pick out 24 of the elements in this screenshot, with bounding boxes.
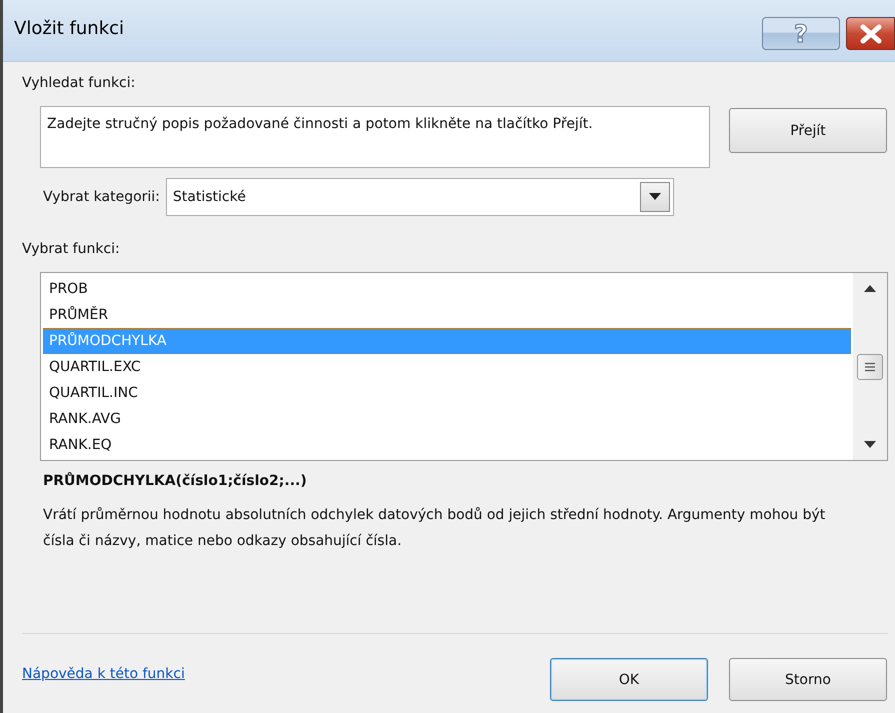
function-signature: PRŮMODCHYLKA(číslo1;číslo2;...) — [43, 471, 307, 491]
scrollbar[interactable] — [853, 273, 887, 460]
function-item[interactable]: PROB — [43, 276, 851, 302]
category-dropdown[interactable]: Statistické — [166, 178, 674, 216]
function-item[interactable]: PRŮMĚR — [43, 302, 851, 328]
ok-button[interactable]: OK — [550, 658, 708, 701]
scroll-thumb[interactable] — [857, 354, 883, 380]
function-list-label: Vybrat funkci: — [22, 240, 120, 259]
go-button[interactable]: Přejít — [729, 108, 887, 153]
search-label: Vyhledat funkci: — [22, 74, 136, 93]
function-item[interactable]: RANK.EQ — [43, 432, 851, 458]
function-item[interactable]: QUARTIL.EXC — [43, 354, 851, 380]
cancel-button[interactable]: Storno — [729, 658, 887, 701]
scroll-up-icon[interactable] — [864, 285, 876, 292]
search-field[interactable]: Zadejte stručný popis požadované činnosti a potom klikněte na tlačítko Přejít. — [40, 106, 710, 168]
close-icon[interactable] — [858, 24, 884, 44]
category-label: Vybrat kategorii: — [43, 188, 160, 207]
close-button[interactable] — [846, 17, 895, 50]
window-title: Vložit funkci — [14, 18, 124, 39]
function-item[interactable]: QUARTIL.INC — [43, 380, 851, 406]
help-link[interactable]: Nápověda k této funkci — [22, 666, 185, 682]
scroll-down-icon[interactable] — [864, 441, 876, 448]
function-item[interactable]: RANK.AVG — [43, 406, 851, 432]
function-description: Vrátí průměrnou hodnotu absolutních odchylek datových bodů od jejich střední hodnoty. Argumenty mohou být čísla či názvy, matice nebo odkazy obsahující čísla. — [43, 506, 826, 551]
